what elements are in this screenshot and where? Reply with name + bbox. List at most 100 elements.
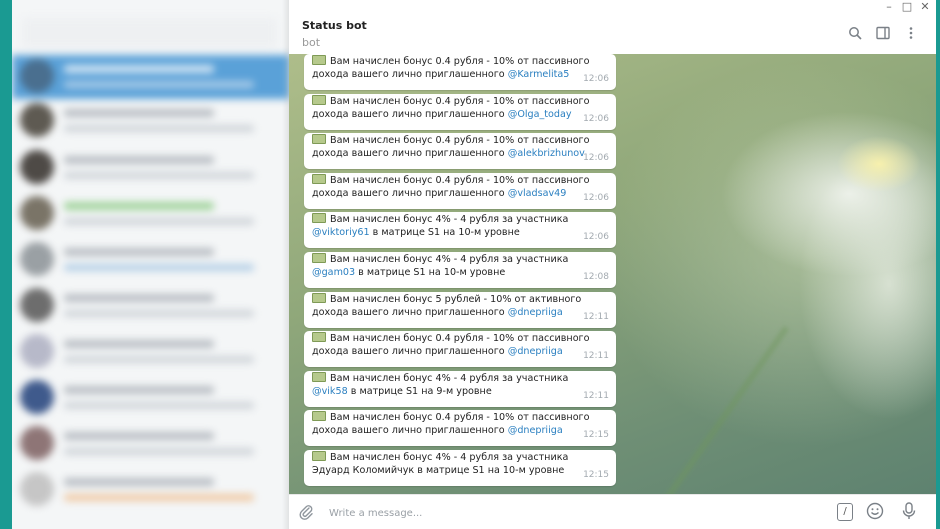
message-time: 12:11 <box>583 390 609 401</box>
title-bar: – □ ✕ <box>289 0 936 14</box>
message-bubble[interactable]: Вам начислен бонус 0.4 рубля - 10% от па… <box>304 93 616 130</box>
bot-commands-icon[interactable]: / <box>837 503 853 521</box>
user-mention-link[interactable]: @viktoriy61 <box>312 227 370 238</box>
user-mention-link[interactable]: @gam03 <box>312 267 355 278</box>
message-text: Вам начислен бонус 5 рублей - 10% от акт… <box>312 292 602 319</box>
search-icon[interactable] <box>847 26 863 42</box>
close-button[interactable]: ✕ <box>916 0 934 14</box>
user-mention-link[interactable]: @dnepriiga <box>508 425 563 436</box>
chat-list-item[interactable] <box>12 238 289 282</box>
user-mention-link[interactable]: @vladsav49 <box>508 188 567 199</box>
message-text: Вам начислен бонус 0.4 рубля - 10% от па… <box>312 173 602 200</box>
chat-name <box>64 340 214 348</box>
message-time: 12:15 <box>583 430 609 441</box>
chat-list-item[interactable] <box>12 422 289 466</box>
user-mention-link[interactable]: @Olga_today <box>508 109 572 120</box>
chat-preview <box>64 310 254 317</box>
message-body: Вам начислен бонус 4% - 4 рубля за участ… <box>330 214 569 226</box>
sidebar-divider <box>282 0 289 529</box>
chat-list-item[interactable] <box>12 468 289 512</box>
maximize-button[interactable]: □ <box>898 0 916 14</box>
message-body-tail: в матрице S1 на 10-м уровне <box>355 267 506 278</box>
message-bubble[interactable]: Вам начислен бонус 5 рублей - 10% от акт… <box>304 291 616 328</box>
money-bag-emoji-icon <box>312 94 326 105</box>
message-bubble[interactable]: Вам начислен бонус 0.4 рубля - 10% от па… <box>304 54 616 90</box>
message-composer: / <box>289 494 936 529</box>
chat-preview <box>64 402 254 409</box>
message-body: Вам начислен бонус 4% - 4 рубля за участ… <box>312 452 569 476</box>
chat-list-item[interactable] <box>12 376 289 420</box>
chat-list-item[interactable] <box>12 146 289 190</box>
user-mention-link[interactable]: @alekbrizhunov <box>508 148 585 159</box>
paperclip-icon[interactable] <box>297 503 315 521</box>
message-bubble[interactable]: Вам начислен бонус 0.4 рубля - 10% от па… <box>304 331 616 368</box>
chat-header: Status bot bot <box>289 14 936 55</box>
message-body-tail: в матрице S1 на 9-м уровне <box>347 385 492 397</box>
chat-list-sidebar <box>12 0 289 529</box>
money-bag-emoji-icon <box>312 134 326 145</box>
chat-name <box>64 294 214 302</box>
message-text: Вам начислен бонус 0.4 рубля - 10% от па… <box>312 411 602 437</box>
minimize-button[interactable]: – <box>880 0 898 14</box>
message-bubble[interactable]: Вам начислен бонус 0.4 рубля - 10% от па… <box>304 133 616 170</box>
wallpaper-stem <box>634 325 790 494</box>
chat-list-item[interactable] <box>12 330 289 374</box>
side-panel-icon[interactable] <box>875 26 891 42</box>
message-bubble[interactable]: Вам начислен бонус 4% - 4 рубля за участ… <box>304 212 616 249</box>
message-text: Вам начислен бонус 4% - 4 рубля за участ… <box>312 253 602 279</box>
chat-name <box>64 109 214 117</box>
chat-name <box>64 65 214 73</box>
blurred-chat-list <box>12 0 289 529</box>
chat-list-item[interactable] <box>12 99 289 143</box>
message-body: Вам начислен бонус 4% - 4 рубля за участ… <box>330 372 569 384</box>
chat-preview <box>64 172 254 179</box>
chat-name <box>64 248 214 256</box>
more-vert-icon[interactable] <box>903 26 919 42</box>
message-bubble[interactable]: Вам начислен бонус 0.4 рубля - 10% от па… <box>304 410 616 447</box>
microphone-icon[interactable] <box>900 502 918 520</box>
avatar <box>20 288 54 322</box>
chat-preview <box>64 448 254 455</box>
avatar <box>20 334 54 368</box>
message-time: 12:11 <box>583 351 609 362</box>
chat-list-item[interactable] <box>12 192 289 236</box>
money-bag-emoji-icon <box>312 332 326 343</box>
chat-name <box>64 156 214 164</box>
chat-list-item-selected[interactable] <box>12 55 289 99</box>
message-time: 12:06 <box>583 113 609 124</box>
message-bubble[interactable]: Вам начислен бонус 4% - 4 рубля за участ… <box>304 450 616 486</box>
chat-list-item[interactable] <box>12 284 289 328</box>
money-bag-emoji-icon <box>312 411 326 422</box>
message-body: Вам начислен бонус 4% - 4 рубля за участ… <box>330 254 569 265</box>
avatar <box>20 242 54 276</box>
chat-preview <box>64 356 254 363</box>
sidebar-search[interactable] <box>22 18 277 48</box>
money-bag-emoji-icon <box>312 173 326 184</box>
avatar <box>20 196 54 230</box>
message-text: Вам начислен бонус 0.4 рубля - 10% от па… <box>312 134 602 160</box>
user-mention-link[interactable]: @dnepriiga <box>508 307 563 318</box>
chat-preview <box>64 125 254 132</box>
avatar <box>20 426 54 460</box>
money-bag-emoji-icon <box>312 451 326 461</box>
message-history[interactable]: Вам начислен бонус 0.4 рубля - 10% от па… <box>289 54 936 494</box>
window-frame-left <box>0 0 12 529</box>
message-text: Вам начислен бонус 0.4 рубля - 10% от па… <box>312 94 602 121</box>
avatar <box>20 380 54 414</box>
message-bubble[interactable]: Вам начислен бонус 4% - 4 рубля за участ… <box>304 370 616 407</box>
user-mention-link[interactable]: @vik58 <box>312 386 348 397</box>
chat-title[interactable]: Status bot <box>302 19 367 32</box>
avatar <box>20 472 54 506</box>
money-bag-emoji-icon <box>312 253 326 263</box>
message-text: Вам начислен бонус 4% - 4 рубля за участ… <box>312 213 602 239</box>
message-bubble[interactable]: Вам начислен бонус 0.4 рубля - 10% от па… <box>304 172 616 209</box>
message-text: Вам начислен бонус 0.4 рубля - 10% от па… <box>312 332 602 358</box>
message-time: 12:06 <box>583 74 609 84</box>
message-bubble[interactable]: Вам начислен бонус 4% - 4 рубля за участ… <box>304 252 616 288</box>
chat-subtitle: bot <box>302 36 321 49</box>
avatar <box>20 59 54 93</box>
message-input[interactable] <box>327 504 781 522</box>
user-mention-link[interactable]: @Karmelita5 <box>508 69 570 80</box>
user-mention-link[interactable]: @dnepriiga <box>508 346 563 357</box>
emoji-icon[interactable] <box>866 502 884 520</box>
